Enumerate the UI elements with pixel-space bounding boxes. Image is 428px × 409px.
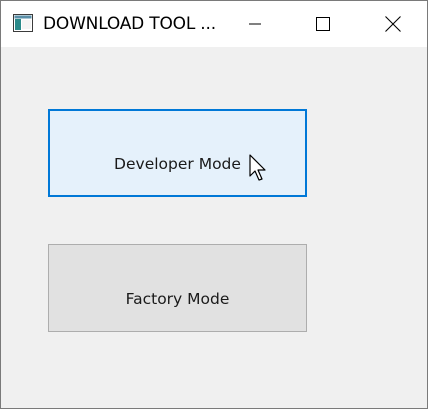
- app-window: DOWNLOAD TOOL ... Developer Mode Factory…: [0, 0, 428, 409]
- close-icon: [385, 16, 401, 32]
- title-bar[interactable]: DOWNLOAD TOOL ...: [1, 1, 427, 47]
- maximize-button[interactable]: [289, 1, 357, 47]
- minimize-icon: [249, 23, 261, 25]
- window-title: DOWNLOAD TOOL ...: [43, 14, 216, 34]
- arrow-cursor-icon: [249, 154, 269, 184]
- factory-mode-button[interactable]: Factory Mode: [48, 244, 307, 332]
- close-button[interactable]: [359, 1, 427, 47]
- app-window-icon: [13, 14, 33, 32]
- factory-mode-label: Factory Mode: [125, 290, 230, 308]
- maximize-icon: [316, 17, 330, 31]
- minimize-button[interactable]: [221, 1, 289, 47]
